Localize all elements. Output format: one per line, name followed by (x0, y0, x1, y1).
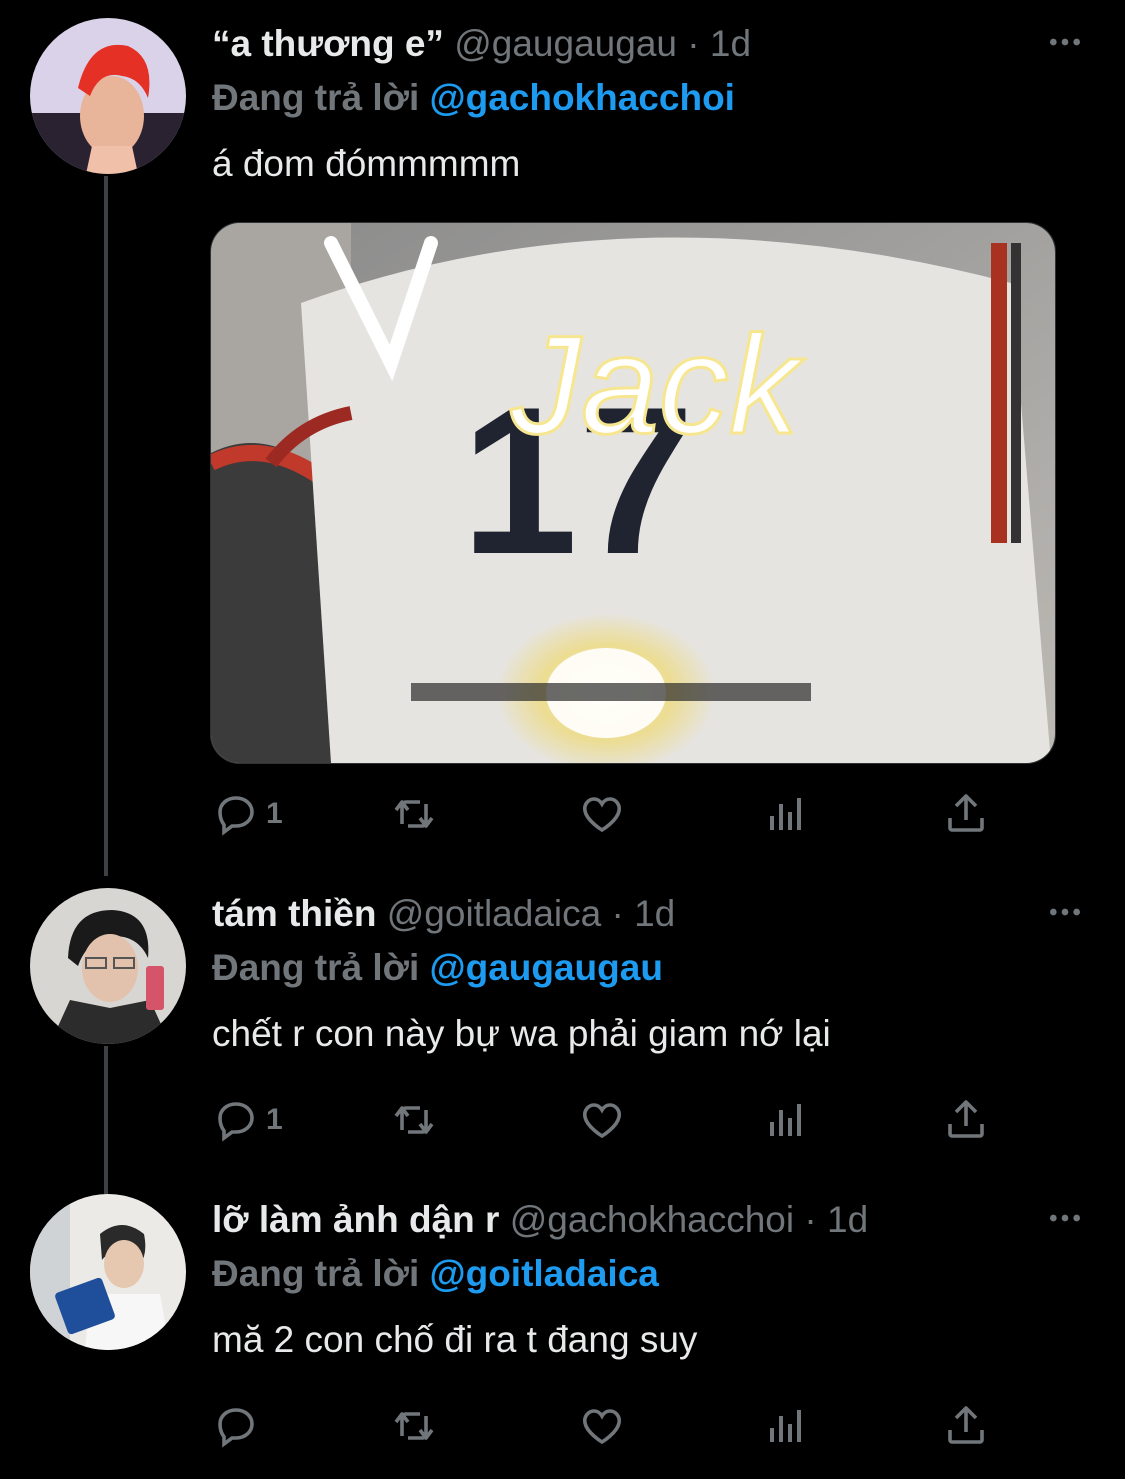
more-options-button[interactable] (1043, 1196, 1087, 1240)
tweet-actions: 1 (212, 784, 1002, 844)
heart-icon (582, 1103, 622, 1139)
tweet-text: á đom đómmmmm (212, 143, 521, 184)
mention-link[interactable]: @gachokhacchoi (430, 77, 735, 118)
timestamp[interactable]: 1d (634, 893, 675, 934)
username[interactable]: @goitladaica (387, 893, 601, 934)
avatar-image (30, 888, 186, 1044)
media-drawn-text: Jack (510, 306, 805, 463)
more-horizontal-icon (1050, 38, 1080, 46)
avatar-image (30, 1194, 186, 1350)
display-name[interactable]: “a thương e” (212, 23, 444, 64)
more-options-button[interactable] (1043, 890, 1087, 934)
separator-dot: · (611, 893, 624, 934)
analytics-icon (770, 798, 801, 830)
separator-dot: · (804, 1199, 817, 1240)
tweet[interactable]: tám thiền @goitladaica · 1d Đang trả lời… (0, 870, 1125, 1176)
display-name[interactable]: lỡ làm ảnh dận r (212, 1199, 499, 1240)
reply-icon (218, 1408, 254, 1448)
reply-button[interactable] (212, 1396, 266, 1456)
avatar[interactable] (30, 888, 186, 1044)
analytics-icon (770, 1104, 801, 1136)
reply-button[interactable]: 1 (212, 1090, 283, 1150)
share-icon (948, 1406, 984, 1444)
reply-button[interactable]: 1 (212, 784, 283, 844)
replying-label: Đang trả lời (212, 1253, 420, 1294)
replying-label: Đang trả lời (212, 77, 420, 118)
replying-label: Đang trả lời (212, 947, 420, 988)
tweet-text: mă 2 con chố đi ra t đang suy (212, 1319, 698, 1360)
heart-icon (582, 797, 622, 833)
views-button[interactable] (762, 1090, 810, 1150)
retweet-button[interactable] (390, 1090, 444, 1150)
tweet[interactable]: lỡ làm ảnh dận r @gachokhacchoi · 1d Đan… (0, 1176, 1125, 1479)
share-icon (948, 1100, 984, 1138)
tweet-media[interactable]: 17 Jack (210, 222, 1056, 764)
avatar[interactable] (30, 1194, 186, 1350)
retweet-icon (394, 1106, 434, 1134)
tweet[interactable]: “a thương e” @gaugaugau · 1d Đang trả lờ… (0, 0, 1125, 870)
reply-icon (218, 796, 254, 836)
more-options-button[interactable] (1043, 20, 1087, 64)
retweet-icon (394, 800, 434, 828)
avatar[interactable] (30, 18, 186, 174)
display-name[interactable]: tám thiền (212, 893, 376, 934)
reply-icon (218, 1102, 254, 1142)
share-button[interactable] (942, 1090, 990, 1150)
timestamp[interactable]: 1d (827, 1199, 868, 1240)
retweet-icon (394, 1412, 434, 1440)
mention-link[interactable]: @goitladaica (430, 1253, 659, 1294)
media-image: 17 Jack (211, 223, 1055, 763)
avatar-image (30, 18, 186, 174)
analytics-icon (770, 1410, 801, 1442)
username[interactable]: @gachokhacchoi (510, 1199, 794, 1240)
views-button[interactable] (762, 1396, 810, 1456)
tweet-actions: 1 (212, 1090, 1002, 1150)
timestamp[interactable]: 1d (710, 23, 751, 64)
retweet-button[interactable] (390, 784, 444, 844)
more-horizontal-icon (1050, 1214, 1080, 1222)
replying-to: Đang trả lời @gachokhacchoi (212, 74, 735, 122)
share-icon (948, 794, 984, 832)
like-button[interactable] (578, 1090, 632, 1150)
username[interactable]: @gaugaugau (454, 23, 677, 64)
replying-to: Đang trả lời @goitladaica (212, 1250, 659, 1298)
reply-count: 1 (266, 1103, 283, 1136)
tweet-text: chết r con này bự wa phải giam nớ lại (212, 1013, 831, 1054)
like-button[interactable] (578, 1396, 632, 1456)
more-horizontal-icon (1050, 908, 1080, 916)
views-button[interactable] (762, 784, 810, 844)
like-button[interactable] (578, 784, 632, 844)
tweet-actions (212, 1396, 1002, 1456)
separator-dot: · (687, 23, 700, 64)
heart-icon (582, 1409, 622, 1445)
mention-link[interactable]: @gaugaugau (430, 947, 663, 988)
share-button[interactable] (942, 1396, 990, 1456)
replying-to: Đang trả lời @gaugaugau (212, 944, 663, 992)
retweet-button[interactable] (390, 1396, 444, 1456)
tweet-header: tám thiền @goitladaica · 1d (212, 888, 675, 940)
tweet-header: “a thương e” @gaugaugau · 1d (212, 18, 751, 70)
tweet-header: lỡ làm ảnh dận r @gachokhacchoi · 1d (212, 1194, 868, 1246)
reply-count: 1 (266, 797, 283, 830)
share-button[interactable] (942, 784, 990, 844)
